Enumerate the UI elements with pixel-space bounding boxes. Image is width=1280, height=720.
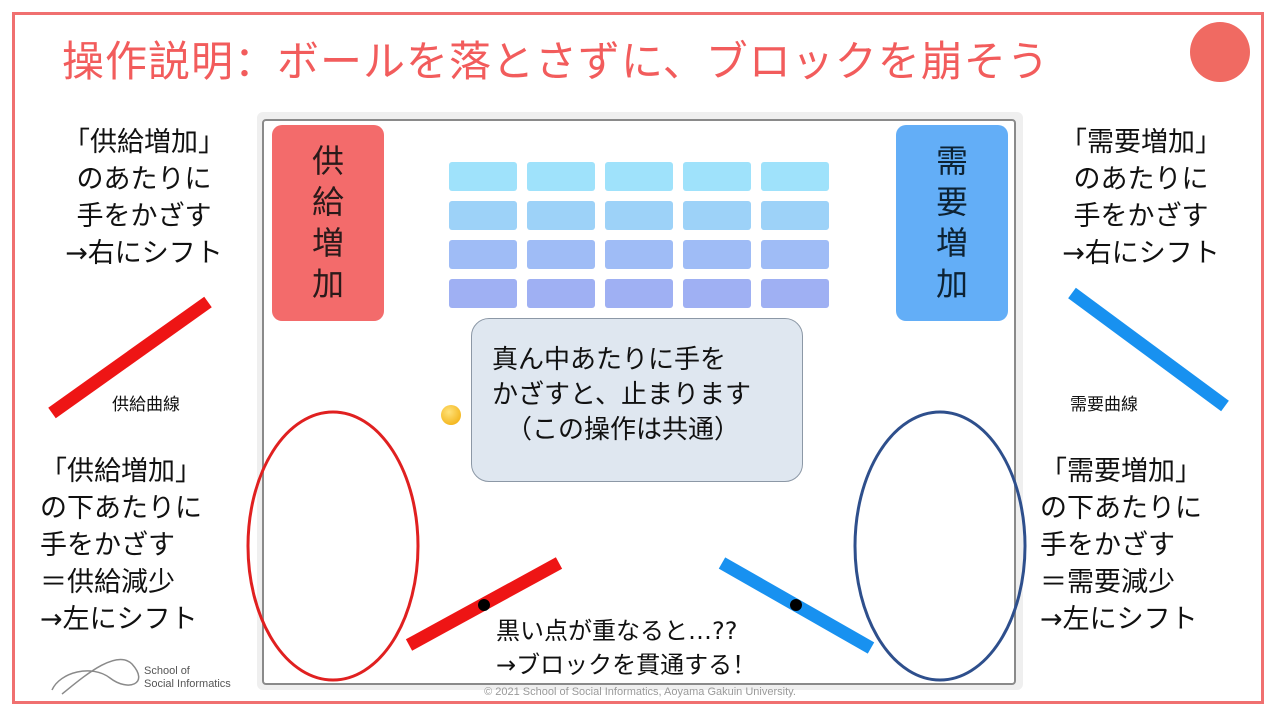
supply-curve-sample-line: [48, 296, 212, 419]
graphic-overlay: [48, 287, 1229, 695]
demand-decrease-zone[interactable]: [853, 410, 1027, 682]
paddle-hint: 黒い点が重なると…?? →ブロックを貫通する！: [496, 614, 756, 682]
copyright: © 2021 School of Social Informatics, Aoy…: [484, 686, 796, 698]
supply-decrease-zone[interactable]: [246, 410, 420, 682]
logo-line: School of: [144, 665, 190, 677]
demand-paddle-dot: [790, 599, 802, 611]
hint-line: →ブロックを貫通する！: [496, 651, 757, 679]
hint-line: 黒い点が重なると…??: [496, 617, 738, 645]
supply-paddle-dot: [478, 599, 490, 611]
demand-curve-sample-line: [1068, 287, 1229, 412]
